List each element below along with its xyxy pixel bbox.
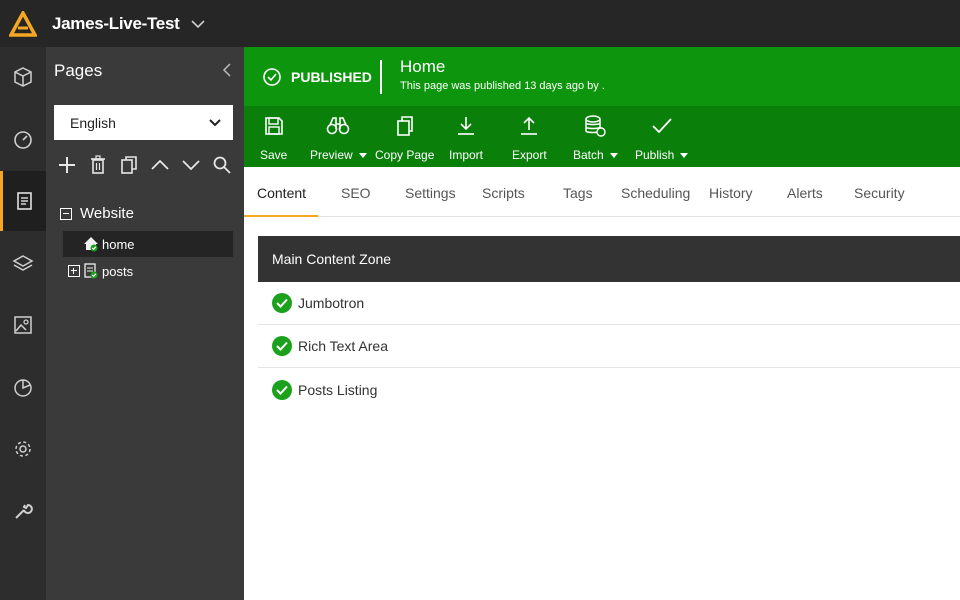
checkmark-icon <box>652 118 672 134</box>
pages-panel: Pages English Website home posts <box>46 47 244 600</box>
home-published-icon <box>83 236 99 252</box>
rail-item-tools[interactable] <box>0 481 46 541</box>
content-zone-header: Main Content Zone <box>258 236 960 282</box>
copy-page-button[interactable]: Copy Page <box>375 112 434 162</box>
tree-root-label: Website <box>80 205 134 222</box>
list-item-label: Posts Listing <box>298 381 378 398</box>
upload-icon <box>521 116 538 135</box>
trash-icon[interactable] <box>87 154 109 176</box>
chevron-down-icon[interactable] <box>180 154 202 176</box>
check-icon <box>272 293 292 313</box>
page-title: Home <box>400 57 446 76</box>
page-toolbar: Save Preview Copy Page Import Export Bat… <box>244 106 960 167</box>
tree-node-home[interactable]: home <box>63 231 233 257</box>
download-icon <box>458 117 474 135</box>
caret-down-icon <box>680 153 689 159</box>
rail-item-dashboard[interactable] <box>0 109 46 169</box>
caret-down-icon <box>358 153 367 159</box>
tree-node-posts[interactable]: posts <box>68 259 133 283</box>
copy-icon[interactable] <box>118 154 140 176</box>
tab-tags[interactable]: Tags <box>563 185 593 201</box>
rail-item-media[interactable] <box>0 295 46 355</box>
language-select[interactable]: English <box>54 105 233 140</box>
site-name[interactable]: James-Live-Test <box>52 14 180 34</box>
dashboard-gauge-icon <box>14 131 32 149</box>
publish-info: This page was published 13 days ago by . <box>400 80 605 92</box>
layers-icon <box>12 255 34 271</box>
tab-scripts[interactable]: Scripts <box>482 185 525 201</box>
preview-button[interactable]: Preview <box>310 112 367 162</box>
import-button[interactable]: Import <box>449 112 483 162</box>
status-badge: PUBLISHED <box>262 67 372 87</box>
status-label: PUBLISHED <box>291 69 372 85</box>
save-icon <box>264 117 283 135</box>
tree-node-label: home <box>102 236 135 252</box>
collapse-icon[interactable] <box>60 207 72 220</box>
app-logo-icon[interactable] <box>0 0 46 47</box>
export-button[interactable]: Export <box>512 112 547 162</box>
gear-icon <box>15 441 31 457</box>
expand-icon[interactable] <box>68 265 80 277</box>
page-published-icon <box>83 263 99 279</box>
top-bar: James-Live-Test <box>0 0 960 47</box>
publish-button[interactable]: Publish <box>635 112 689 162</box>
chevron-down-icon <box>209 118 221 126</box>
check-circle-icon <box>263 68 281 86</box>
rail-item-pages[interactable] <box>0 171 46 231</box>
image-icon <box>14 316 32 334</box>
list-item-label: Rich Text Area <box>298 338 389 354</box>
caret-down-icon <box>609 153 618 159</box>
active-tab-indicator <box>244 215 318 217</box>
database-icon <box>585 115 607 137</box>
tab-bar: Content SEO Settings Scripts Tags Schedu… <box>244 167 960 217</box>
status-header: PUBLISHED Home This page was published 1… <box>244 47 960 106</box>
content-zone-title: Main Content Zone <box>272 251 392 267</box>
list-item[interactable]: Rich Text Area <box>258 325 960 368</box>
search-icon[interactable] <box>211 154 233 176</box>
list-item[interactable]: Posts Listing <box>258 368 960 411</box>
tab-history[interactable]: History <box>709 185 753 201</box>
rail-item-settings[interactable] <box>0 419 46 479</box>
tab-content[interactable]: Content <box>257 185 306 201</box>
rail-item-content[interactable] <box>0 47 46 107</box>
tree-root[interactable]: Website <box>60 205 134 222</box>
pie-chart-icon <box>14 379 32 397</box>
divider <box>380 60 382 94</box>
panel-title: Pages <box>54 61 103 80</box>
wrench-icon <box>15 503 33 519</box>
tab-seo[interactable]: SEO <box>341 185 371 201</box>
binoculars-icon <box>327 117 350 135</box>
rail-item-layers[interactable] <box>0 233 46 293</box>
tab-settings[interactable]: Settings <box>405 185 456 201</box>
tab-security[interactable]: Security <box>854 185 905 201</box>
chevron-up-icon[interactable] <box>149 154 171 176</box>
tab-scheduling[interactable]: Scheduling <box>621 185 690 201</box>
tree-toolbar <box>56 151 236 179</box>
batch-button[interactable]: Batch <box>573 112 618 162</box>
plus-icon[interactable] <box>56 154 78 176</box>
language-value: English <box>70 114 116 131</box>
copy-icon <box>396 116 413 136</box>
rail-item-analytics[interactable] <box>0 357 46 417</box>
icon-rail <box>0 47 46 600</box>
save-button[interactable]: Save <box>260 112 287 162</box>
tree-node-label: posts <box>102 263 134 279</box>
list-item-label: Jumbotron <box>298 295 365 311</box>
chevron-left-icon[interactable] <box>222 63 232 82</box>
pages-icon <box>16 192 32 210</box>
cube-icon <box>14 67 32 87</box>
check-icon <box>272 336 292 356</box>
list-item[interactable]: Jumbotron <box>258 282 960 325</box>
chevron-down-icon[interactable] <box>191 19 206 29</box>
tab-alerts[interactable]: Alerts <box>787 185 823 201</box>
check-icon <box>272 379 292 400</box>
